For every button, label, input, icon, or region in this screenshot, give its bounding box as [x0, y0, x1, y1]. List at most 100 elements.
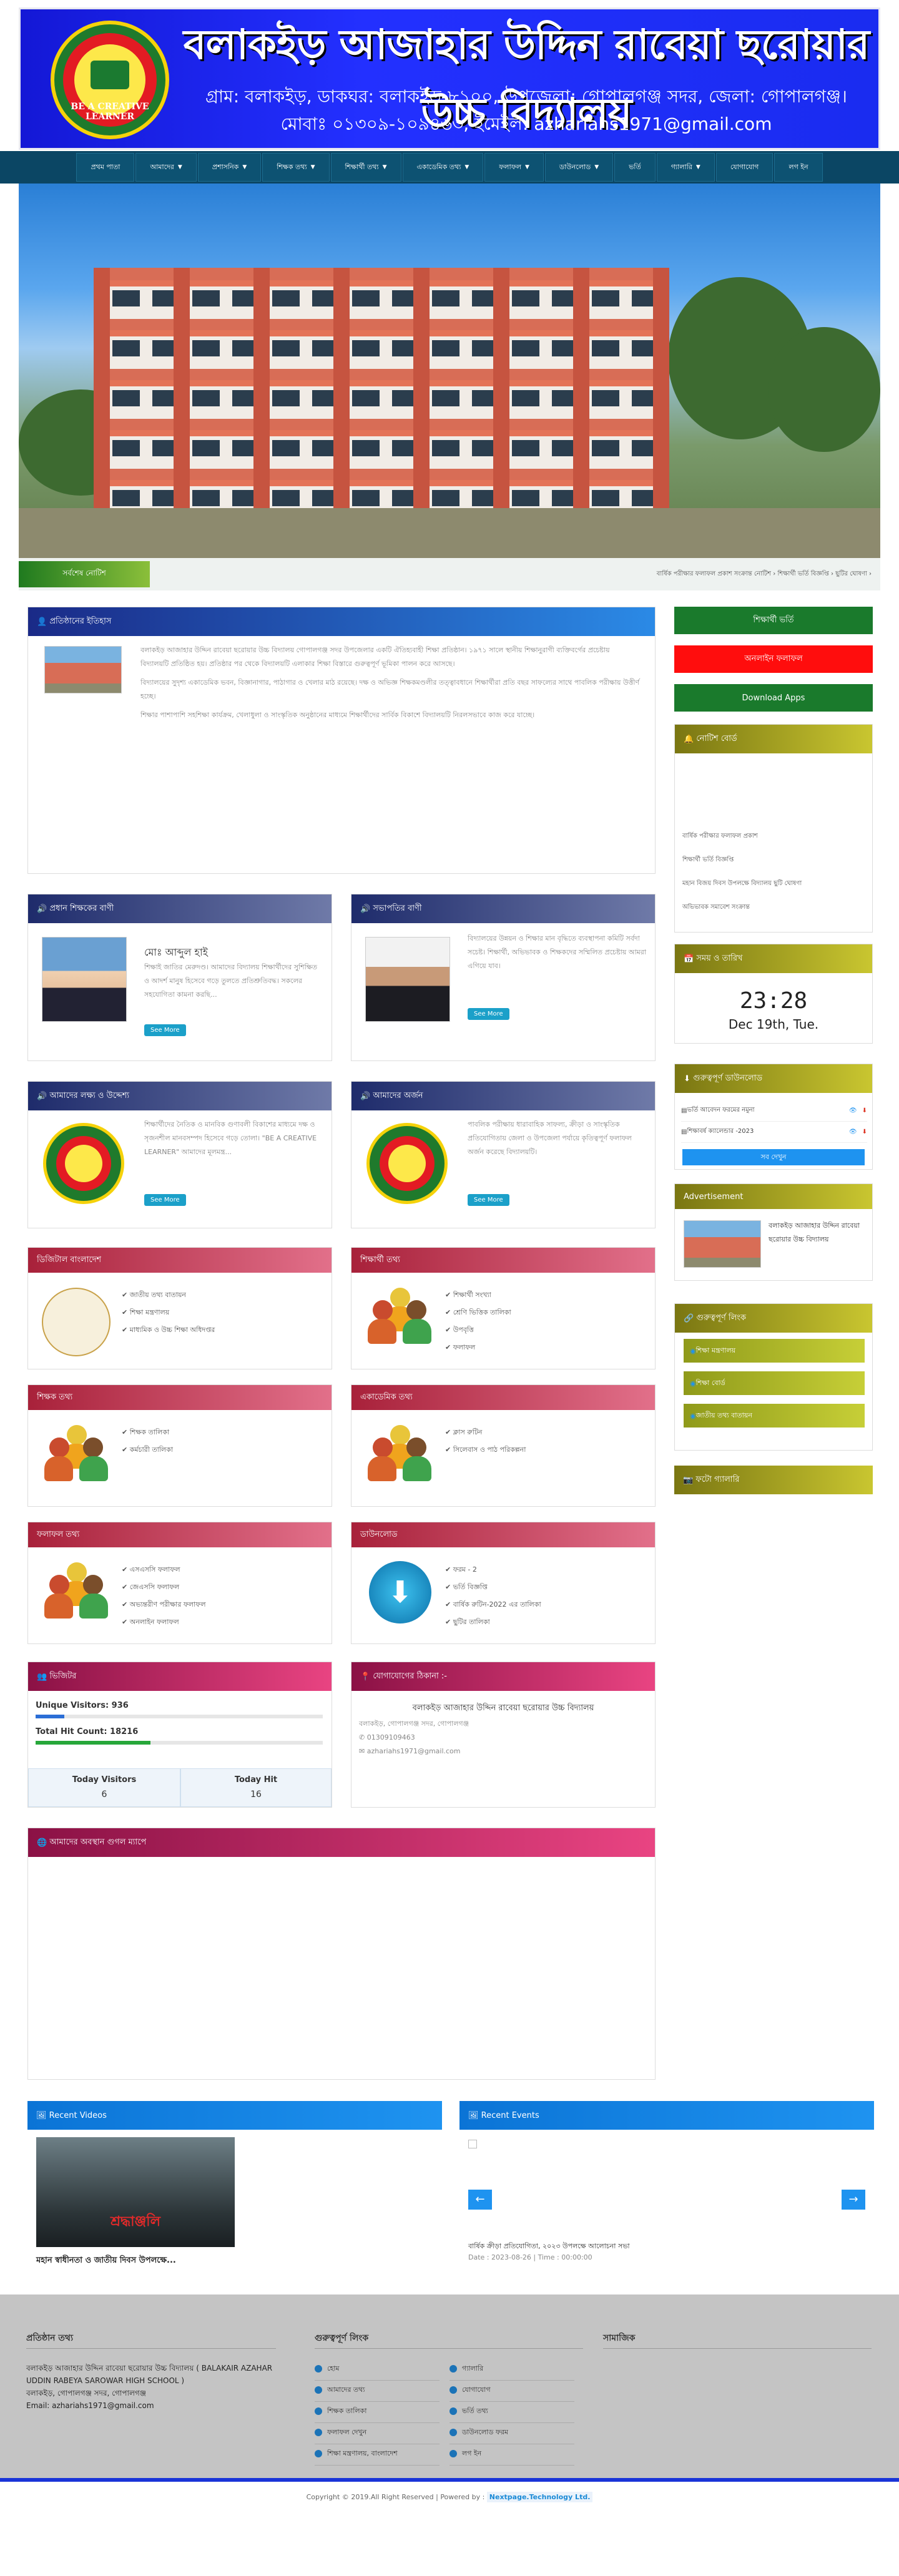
- sidebar-link[interactable]: ◉ শিক্ষা বোর্ড: [684, 1371, 865, 1395]
- google-map-embed[interactable]: [28, 1857, 655, 2079]
- contact-phone-row[interactable]: ✆ 01309109463: [359, 1731, 415, 1745]
- footer-link[interactable]: গ্যালারি: [450, 2363, 574, 2381]
- info-box-link[interactable]: ✔ কর্মচারী তালিকা: [122, 1441, 322, 1459]
- footer-link[interactable]: লগ ইন: [450, 2448, 574, 2466]
- powered-by-link[interactable]: Nextpage.Technology Ltd.: [486, 2492, 593, 2502]
- eye-icon[interactable]: 👁: [849, 1129, 857, 1135]
- speaker-icon: 🔊: [37, 1091, 50, 1101]
- info-box-link[interactable]: ✔ জেএসসি ফলাফল: [122, 1579, 322, 1596]
- info-box-link[interactable]: ✔ ছুটির তালিকা: [445, 1614, 645, 1631]
- info-box-link[interactable]: ✔ শিক্ষা মন্ত্রণালয়: [122, 1304, 322, 1321]
- sidebar-action-button[interactable]: Download Apps: [674, 684, 873, 712]
- see-more-button[interactable]: See More: [144, 1194, 186, 1206]
- info-box-link[interactable]: ✔ অনলাইন ফলাফল: [122, 1614, 322, 1631]
- nav-item[interactable]: প্রশাসনিক ▼: [197, 153, 262, 182]
- nav-item[interactable]: শিক্ষার্থী তথ্য ▼: [330, 153, 401, 182]
- sidebar-link[interactable]: ◉ জাতীয় তথ্য বাতায়ন: [684, 1404, 865, 1428]
- recent-videos-title: Recent Videos: [49, 2110, 107, 2120]
- sidebar-action-button[interactable]: শিক্ষার্থী ভর্তি: [674, 607, 873, 634]
- notice-item[interactable]: শিক্ষার্থী ভর্তি বিজ্ঞপ্তি: [682, 848, 866, 872]
- see-more-button[interactable]: See More: [468, 1194, 509, 1206]
- footer-about-title: প্রতিষ্ঠান তথ্য: [26, 2333, 74, 2343]
- people-group-icon: [43, 1425, 112, 1494]
- footer-link[interactable]: শিক্ষা মন্ত্রণালয়, বাংলাদেশ: [315, 2448, 440, 2466]
- nav-item[interactable]: প্রথম পাতা: [76, 153, 135, 182]
- footer-link[interactable]: হোম: [315, 2363, 440, 2381]
- notice-item[interactable]: বার্ষিক পরীক্ষার ফলাফল প্রকাশ: [682, 825, 866, 848]
- notice-ticker-text[interactable]: বার্ষিক পরীক্ষার ফলাফল প্রকাশ সংক্রান্ত …: [657, 569, 872, 580]
- footer-link-label: ডাউনলোড ফরম: [462, 2428, 509, 2436]
- info-box-link[interactable]: ✔ উপবৃত্তি: [445, 1321, 645, 1339]
- info-box-link[interactable]: ✔ এসএসসি ফলাফল: [122, 1561, 322, 1579]
- info-box-link[interactable]: ✔ বার্ষিক রুটিন-2022 এর তালিকা: [445, 1596, 645, 1614]
- info-box-link[interactable]: ✔ সিলেবাস ও পাঠ পরিকল্পনা: [445, 1441, 645, 1459]
- download-item[interactable]: ▤ ভর্তি আবেদন ফরমের নমুনা 👁 ⬇: [681, 1100, 867, 1122]
- message-title: আমাদের অর্জন: [373, 1090, 423, 1100]
- school-logo[interactable]: BE A CREATIVE LEARNER: [51, 21, 169, 139]
- contact-email-row[interactable]: ✉ azhariahs1971@gmail.com: [359, 1745, 461, 1758]
- nav-item-label: প্রথম পাতা: [91, 162, 120, 171]
- info-box-link-label: জাতীয় তথ্য বাতায়ন: [129, 1291, 186, 1299]
- all-downloads-button[interactable]: সব দেখুন: [682, 1149, 865, 1165]
- today-hit-box: Today Hit 16: [180, 1768, 332, 1807]
- footer-link[interactable]: যোগাযোগ: [450, 2384, 574, 2402]
- caret-down-icon: ▼: [242, 164, 247, 170]
- nav-item[interactable]: আমাদের ▼: [135, 153, 197, 182]
- video-caption[interactable]: মহান স্বাধীনতা ও জাতীয় দিবস উপলক্ষে...: [36, 2255, 176, 2268]
- footer-link[interactable]: শিক্ষক তালিকা: [315, 2406, 440, 2423]
- people-group-icon: [366, 1425, 435, 1494]
- footer-link[interactable]: ডাউনলোড ফরম: [450, 2427, 574, 2444]
- sidebar-action-button[interactable]: অনলাইন ফলাফল: [674, 645, 873, 673]
- nav-item[interactable]: গ্যালারি ▼: [656, 153, 715, 182]
- info-box-link[interactable]: ✔ শিক্ষক তালিকা: [122, 1424, 322, 1441]
- image-icon: 🖼: [36, 2110, 49, 2120]
- sidebar-link[interactable]: ◉ শিক্ষা মন্ত্রণালয়: [684, 1339, 865, 1363]
- pdf-download-icon[interactable]: ⬇: [862, 1107, 867, 1114]
- event-title[interactable]: বার্ষিক ক্রীড়া প্রতিযোগিতা, ২০২৩ উপলক্ষ…: [468, 2241, 630, 2253]
- footer-link[interactable]: আমাদের তথ্য: [315, 2384, 440, 2402]
- nav-item[interactable]: শিক্ষক তথ্য ▼: [262, 153, 330, 182]
- info-box-link[interactable]: ✔ মাধ্যমিক ও উচ্চ শিক্ষা অধিদপ্তর: [122, 1321, 322, 1339]
- check-icon: ✔: [445, 1343, 453, 1351]
- nav-item[interactable]: ফলাফল ▼: [484, 153, 544, 182]
- video-thumbnail[interactable]: শ্রদ্ধাঞ্জলি: [36, 2137, 235, 2247]
- eye-icon[interactable]: 👁: [849, 1107, 857, 1114]
- pdf-download-icon[interactable]: ⬇: [862, 1129, 867, 1135]
- notice-item[interactable]: মহান বিজয় দিবস উপলক্ষে বিদ্যালয় ছুটি ঘ…: [682, 872, 866, 896]
- contact-name: বলাকইড় আজাহার উদ্দিন রাবেয়া ছরোয়ার উচ…: [412, 1703, 594, 1713]
- footer-link[interactable]: ফলাফল দেখুন: [315, 2427, 440, 2444]
- nav-item[interactable]: ভর্তি: [614, 153, 656, 182]
- info-box-link[interactable]: ✔ শিক্ষার্থী সংখ্যা: [445, 1286, 645, 1304]
- event-prev-arrow-icon[interactable]: ←: [468, 2190, 492, 2210]
- info-box-link[interactable]: ✔ ফলাফল: [445, 1339, 645, 1356]
- check-icon: ✔: [445, 1326, 453, 1334]
- see-more-button[interactable]: See More: [468, 1008, 509, 1020]
- advertisement-image[interactable]: [684, 1220, 761, 1268]
- event-image[interactable]: [468, 2140, 477, 2148]
- nav-item-label: একাডেমিক তথ্য: [416, 162, 461, 171]
- info-box-link[interactable]: ✔ ভর্তি বিজ্ঞপ্তি: [445, 1579, 645, 1596]
- info-box-link[interactable]: ✔ ক্লাস রুটিন: [445, 1424, 645, 1441]
- nav-item[interactable]: লগ ইন: [774, 153, 823, 182]
- notice-item[interactable]: অভিভাবক সমাবেশ সংক্রান্ত: [682, 896, 866, 919]
- check-icon: ✔: [122, 1428, 130, 1436]
- nav-item-label: শিক্ষার্থী তথ্য: [345, 162, 379, 171]
- footer-social-title: সামাজিক: [603, 2333, 636, 2343]
- see-more-button[interactable]: See More: [144, 1024, 186, 1036]
- today-visitors-count: 6: [101, 1790, 107, 1800]
- caret-down-icon: ▼: [177, 164, 182, 170]
- info-box-link[interactable]: ✔ জাতীয় তথ্য বাতায়ন: [122, 1286, 322, 1304]
- info-box-link[interactable]: ✔ অভ্যন্তরীণ পরীক্ষার ফলাফল: [122, 1596, 322, 1614]
- nav-item[interactable]: ডাউনলোড ▼: [544, 153, 614, 182]
- footer-link[interactable]: ভর্তি তথ্য: [450, 2406, 574, 2423]
- info-box-link[interactable]: ✔ শ্রেণি ভিত্তিক তালিকা: [445, 1304, 645, 1321]
- event-next-arrow-icon[interactable]: →: [842, 2190, 865, 2210]
- info-box-link-label: বার্ষিক রুটিন-2022 এর তালিকা: [453, 1600, 541, 1609]
- info-box-link[interactable]: ✔ ফরম - 2: [445, 1561, 645, 1579]
- check-icon: ✔: [445, 1565, 453, 1574]
- download-item[interactable]: ▤ শিক্ষাবর্ষ ক্যালেন্ডার -2023 👁 ⬇: [681, 1122, 867, 1143]
- nav-item[interactable]: যোগাযোগ: [715, 153, 774, 182]
- nav-item[interactable]: একাডেমিক তথ্য ▼: [402, 153, 484, 182]
- hero-slider[interactable]: [19, 184, 880, 558]
- history-paragraph: বিদ্যালয়ের সুদৃশ্য একাডেমিক ভবন, বিজ্ঞা…: [140, 678, 640, 700]
